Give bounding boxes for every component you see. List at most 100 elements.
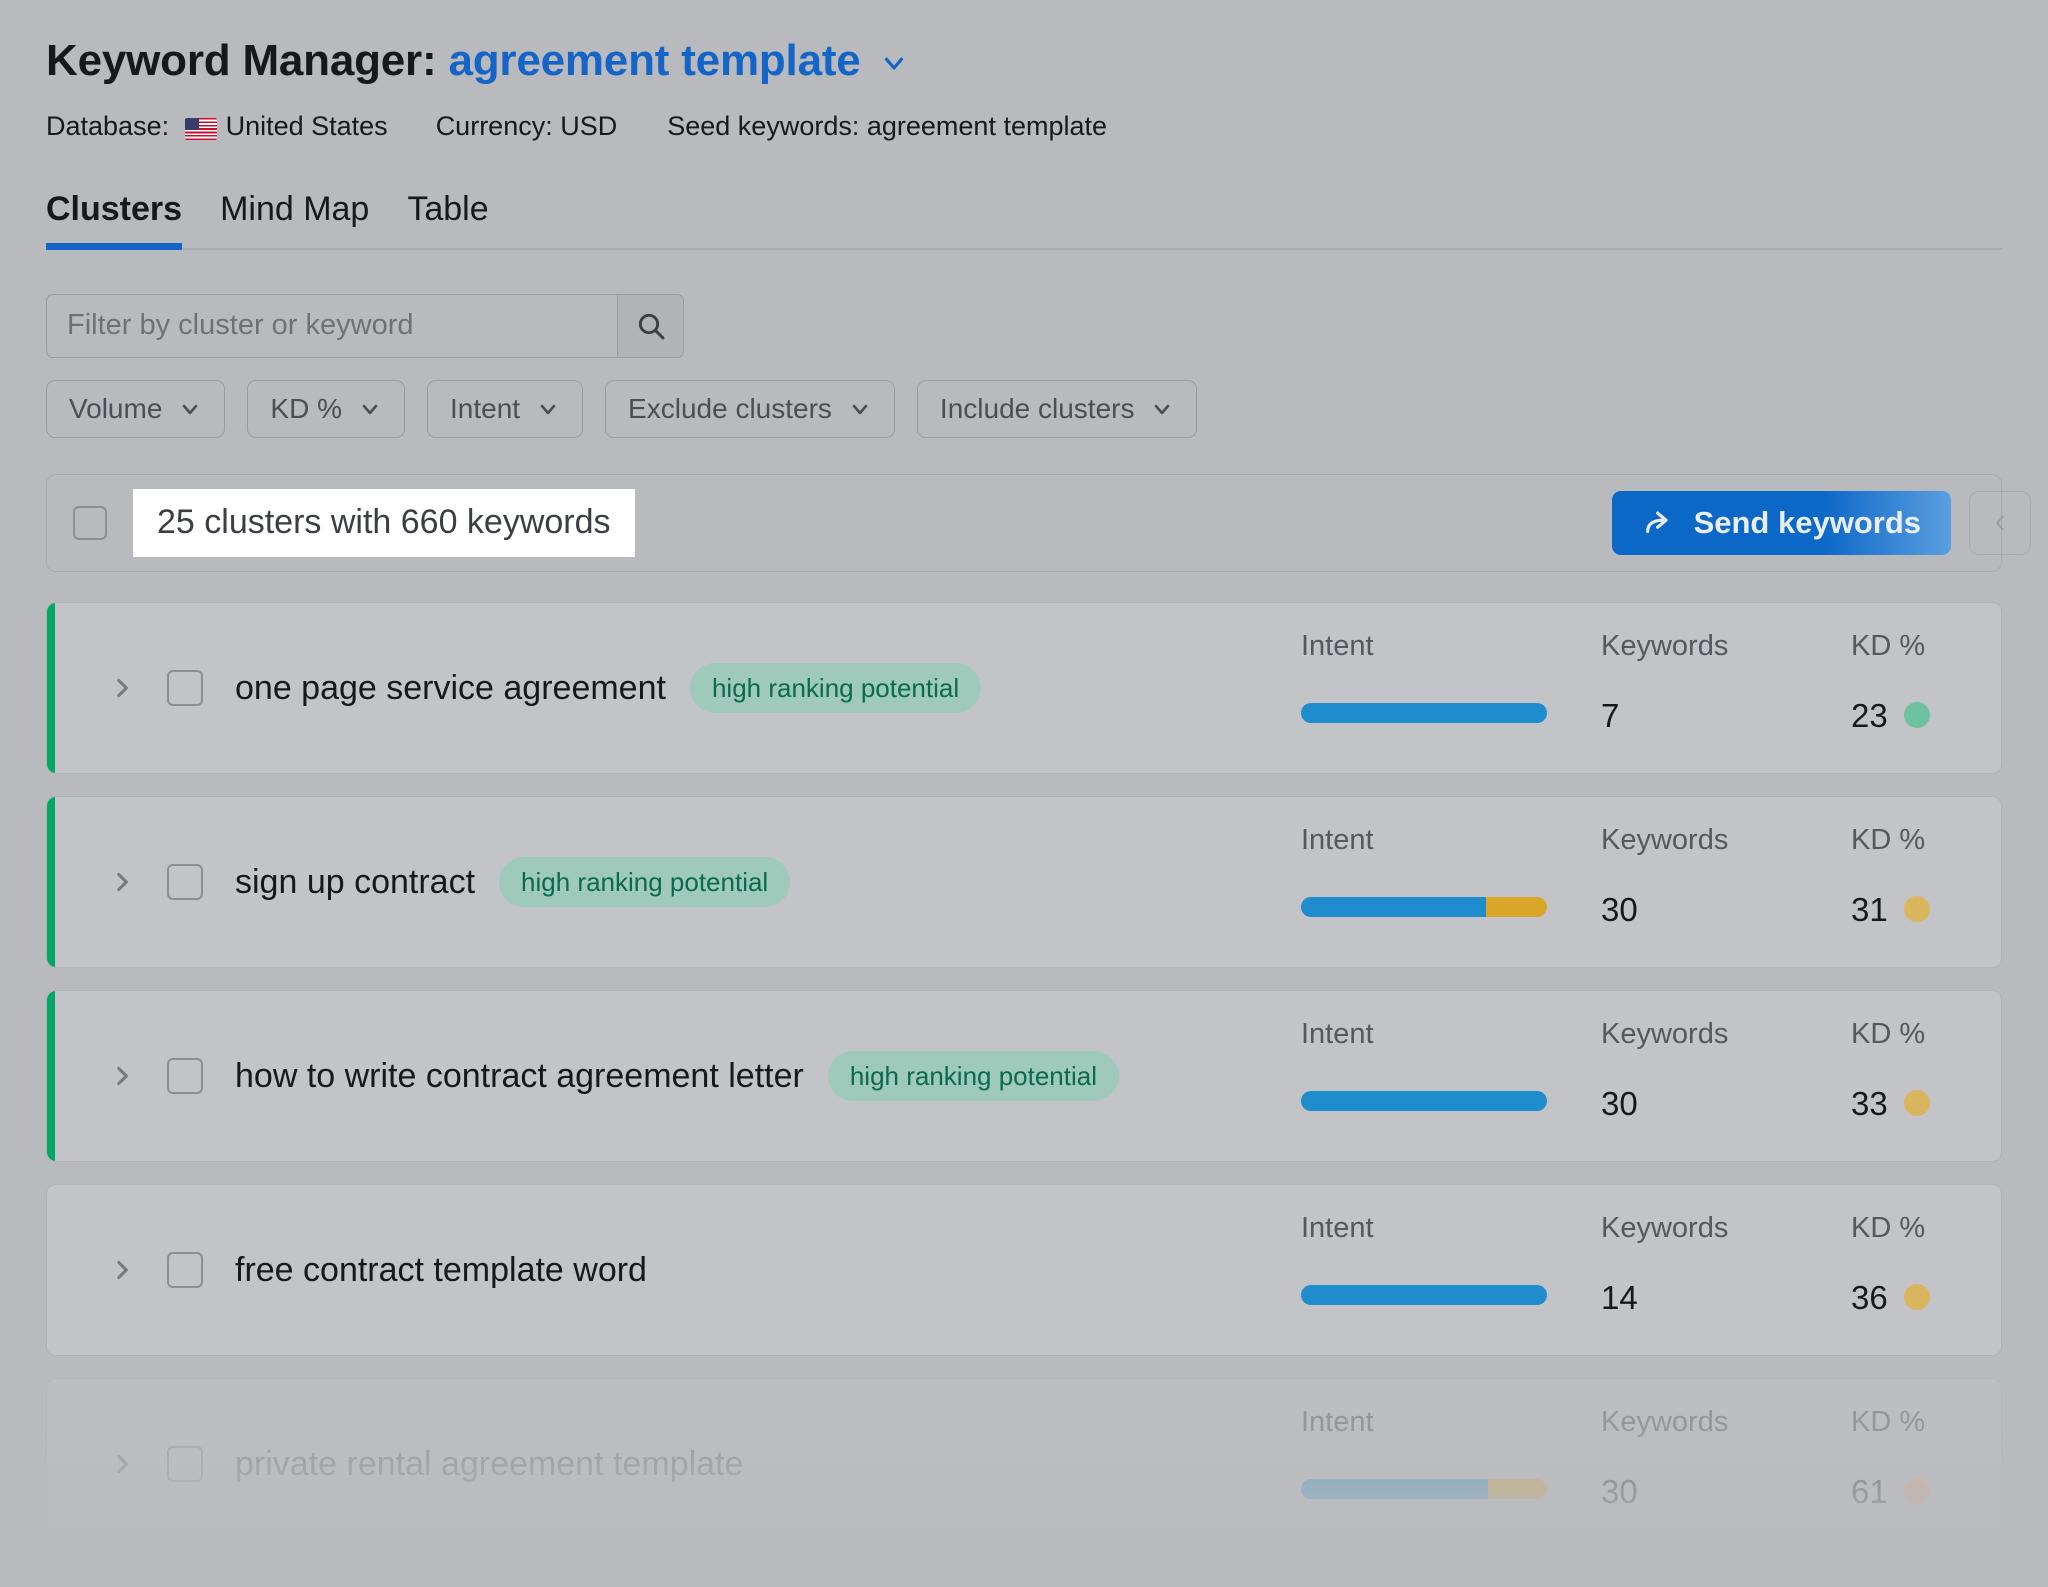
metric-kd-value-wrap: 31 [1851, 893, 2001, 926]
tabs-bar: Clusters Mind Map Table [46, 192, 2002, 250]
intent-segment-informational [1301, 1285, 1547, 1305]
kd-difficulty-dot [1904, 1090, 1930, 1116]
metric-intent-label: Intent [1301, 1020, 1601, 1049]
filter-kd-label: KD % [270, 393, 342, 425]
summary-actions: Send keywords [1612, 491, 1975, 555]
search-input[interactable] [47, 295, 617, 357]
chevron-right-icon[interactable] [105, 1063, 139, 1089]
tab-table[interactable]: Table [407, 192, 488, 248]
filter-kd[interactable]: KD % [247, 380, 405, 438]
summary-text: 25 clusters with 660 keywords [133, 489, 635, 557]
cluster-row[interactable]: how to write contract agreement letter h… [46, 990, 2002, 1162]
chevron-down-icon [1150, 397, 1174, 421]
search-button[interactable] [617, 295, 683, 357]
page-title-prefix: Keyword Manager: [46, 36, 448, 87]
metric-keywords: Keywords 14 [1601, 1214, 1851, 1326]
filter-volume[interactable]: Volume [46, 380, 225, 438]
intent-segment-commercial [1486, 897, 1548, 917]
metric-kd-label: KD % [1851, 1408, 2001, 1437]
metric-keywords: Keywords 30 [1601, 826, 1851, 938]
cluster-name: private rental agreement template [235, 1447, 743, 1481]
metric-kd: KD % 36 [1851, 1214, 2001, 1326]
metric-intent-label: Intent [1301, 1214, 1601, 1243]
metric-keywords-label: Keywords [1601, 826, 1851, 855]
chevron-down-icon [178, 397, 202, 421]
filter-exclude-clusters[interactable]: Exclude clusters [605, 380, 895, 438]
currency-meta: Currency: USD [436, 113, 618, 140]
cluster-metrics: Intent Keywords 30 KD % 31 [1301, 826, 2001, 938]
chevron-down-icon[interactable] [879, 48, 909, 78]
database-label: Database: [46, 113, 177, 140]
intent-segment-informational [1301, 1091, 1547, 1111]
database-meta: Database: United States [46, 113, 388, 140]
chevron-down-icon [848, 397, 872, 421]
us-flag-icon [185, 118, 217, 140]
chevron-right-icon[interactable] [105, 1257, 139, 1283]
metric-keywords: Keywords 30 [1601, 1408, 1851, 1520]
search-icon [635, 310, 667, 342]
metric-kd-label: KD % [1851, 826, 2001, 855]
cluster-row[interactable]: one page service agreement high ranking … [46, 602, 2002, 774]
intent-bar [1301, 1479, 1547, 1499]
seed-keywords-meta: Seed keywords: agreement template [667, 113, 1107, 140]
currency-value: USD [560, 113, 617, 140]
metric-kd-label: KD % [1851, 632, 2001, 661]
filter-include-clusters[interactable]: Include clusters [917, 380, 1198, 438]
metric-keywords-label: Keywords [1601, 1408, 1851, 1437]
cluster-metrics: Intent Keywords 7 KD % 23 [1301, 632, 2001, 744]
select-all-checkbox[interactable] [73, 506, 107, 540]
metric-kd: KD % 33 [1851, 1020, 2001, 1132]
cluster-row[interactable]: free contract template word Intent Keywo… [46, 1184, 2002, 1356]
chevron-right-icon[interactable] [105, 1451, 139, 1477]
cluster-checkbox[interactable] [167, 670, 203, 706]
cluster-name: free contract template word [235, 1253, 647, 1287]
metric-kd-value: 33 [1851, 1087, 1888, 1120]
status-badge: high ranking potential [828, 1051, 1119, 1101]
cluster-checkbox[interactable] [167, 1446, 203, 1482]
tab-mind-map[interactable]: Mind Map [220, 192, 369, 248]
metric-kd: KD % 23 [1851, 632, 2001, 744]
cluster-metrics: Intent Keywords 30 KD % 33 [1301, 1020, 2001, 1132]
metric-keywords-label: Keywords [1601, 1020, 1851, 1049]
metric-keywords: Keywords 7 [1601, 632, 1851, 744]
page-title-keyword[interactable]: agreement template [448, 36, 860, 87]
metric-intent: Intent [1301, 1214, 1601, 1326]
currency-label: Currency: [436, 113, 561, 140]
metric-kd-value: 61 [1851, 1475, 1888, 1508]
more-actions-button[interactable] [1969, 491, 2031, 555]
cluster-row-left: sign up contract high ranking potential [105, 857, 790, 907]
metric-keywords: Keywords 30 [1601, 1020, 1851, 1132]
cluster-row-left: how to write contract agreement letter h… [105, 1051, 1119, 1101]
cluster-row[interactable]: sign up contract high ranking potential … [46, 796, 2002, 968]
cluster-name: sign up contract [235, 865, 475, 899]
seed-keywords-label: Seed keywords: [667, 113, 867, 140]
metric-intent: Intent [1301, 632, 1601, 744]
send-keywords-button[interactable]: Send keywords [1612, 491, 1951, 555]
cluster-checkbox[interactable] [167, 1252, 203, 1288]
filter-intent[interactable]: Intent [427, 380, 583, 438]
filter-exclude-clusters-label: Exclude clusters [628, 393, 832, 425]
metric-kd: KD % 31 [1851, 826, 2001, 938]
intent-segment-informational [1301, 897, 1486, 917]
metric-kd-label: KD % [1851, 1214, 2001, 1243]
status-badge: high ranking potential [499, 857, 790, 907]
tab-clusters[interactable]: Clusters [46, 192, 182, 248]
send-keywords-label: Send keywords [1694, 505, 1921, 541]
summary-bar: 25 clusters with 660 keywords Send keywo… [46, 474, 2002, 572]
page-title: Keyword Manager: agreement template [46, 0, 2002, 87]
cluster-metrics: Intent Keywords 30 KD % 61 [1301, 1408, 2001, 1520]
chevron-right-icon[interactable] [105, 869, 139, 895]
intent-segment-informational [1301, 703, 1547, 723]
metric-keywords-label: Keywords [1601, 1214, 1851, 1243]
cluster-metrics: Intent Keywords 14 KD % 36 [1301, 1214, 2001, 1326]
cluster-checkbox[interactable] [167, 864, 203, 900]
cluster-checkbox[interactable] [167, 1058, 203, 1094]
filter-volume-label: Volume [69, 393, 162, 425]
chevron-right-icon[interactable] [105, 675, 139, 701]
cluster-row[interactable]: private rental agreement template Intent… [46, 1378, 2002, 1550]
meta-row: Database: United States Currency: USD Se… [46, 113, 2002, 140]
kd-difficulty-dot [1904, 1284, 1930, 1310]
intent-bar [1301, 1091, 1547, 1111]
metric-kd-value: 36 [1851, 1281, 1888, 1314]
seed-keywords-value: agreement template [867, 113, 1107, 140]
